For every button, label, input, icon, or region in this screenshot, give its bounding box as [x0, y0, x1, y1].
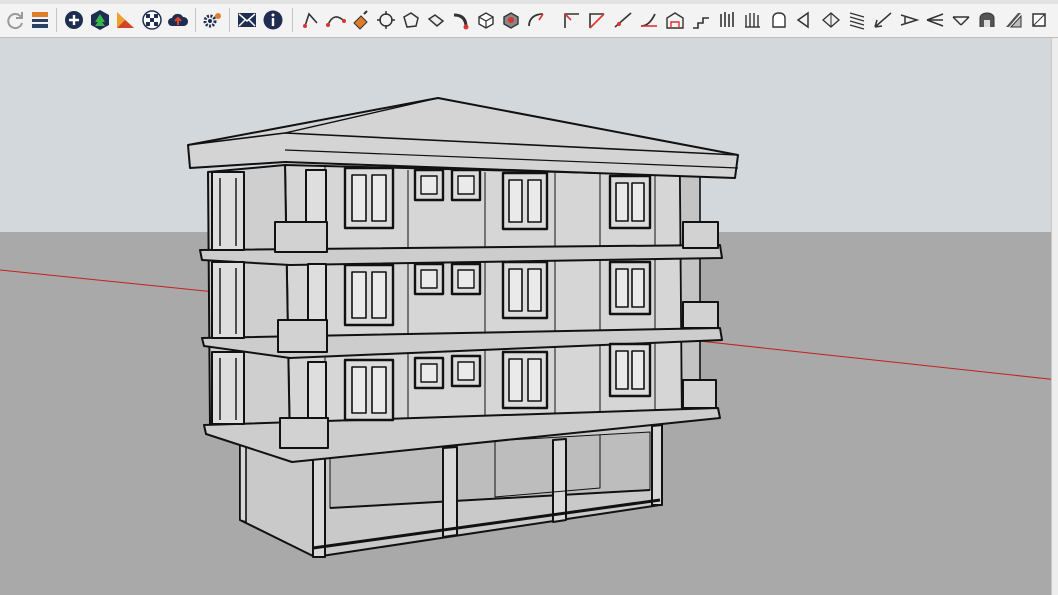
model-scene — [0, 38, 1058, 595]
curve-tool-icon[interactable] — [325, 9, 347, 31]
toolbar — [0, 0, 1058, 38]
checker-icon[interactable] — [141, 9, 163, 31]
add-location-icon[interactable] — [63, 9, 85, 31]
gear-shape-icon[interactable] — [375, 9, 397, 31]
columns-tool-icon[interactable] — [716, 9, 738, 31]
bend-tool-icon[interactable] — [425, 9, 447, 31]
sandbox-icon[interactable] — [115, 9, 137, 31]
layers-icon[interactable] — [29, 9, 51, 31]
arch-tool-icon[interactable] — [950, 9, 972, 31]
vertical-scrollbar[interactable] — [1051, 38, 1058, 595]
outline-shape-icon[interactable] — [400, 9, 422, 31]
grab-tool-icon[interactable] — [742, 9, 764, 31]
cloud-upload-icon[interactable] — [167, 9, 189, 31]
edge-tool-icon[interactable] — [300, 9, 322, 31]
box-tool-icon[interactable] — [475, 9, 497, 31]
arc-tool-icon[interactable] — [525, 9, 547, 31]
split-tool-icon[interactable] — [794, 9, 816, 31]
arrow-line-icon[interactable] — [612, 9, 634, 31]
corner-tool-icon[interactable] — [560, 9, 582, 31]
profile-tool-icon[interactable] — [638, 9, 660, 31]
stitch-tool-icon[interactable] — [898, 9, 920, 31]
hatch-tool-icon[interactable] — [976, 9, 998, 31]
fan-tool-icon[interactable] — [924, 9, 946, 31]
stairs-tool-icon[interactable] — [690, 9, 712, 31]
ramp-tool-icon[interactable] — [846, 9, 868, 31]
solid-tool-icon[interactable] — [500, 9, 522, 31]
building-model[interactable] — [187, 97, 739, 558]
refresh-icon[interactable] — [4, 9, 26, 31]
wing-tool-icon[interactable] — [872, 9, 894, 31]
ribbon-tool-icon[interactable] — [820, 9, 842, 31]
mail-icon[interactable] — [236, 9, 258, 31]
face-tool-icon[interactable] — [768, 9, 790, 31]
info-icon[interactable] — [262, 9, 284, 31]
corner-alt-icon[interactable] — [585, 9, 607, 31]
gears-icon[interactable] — [201, 9, 223, 31]
shape-frame-icon[interactable] — [1028, 9, 1050, 31]
window-tool-icon[interactable] — [1002, 9, 1024, 31]
terrain-icon[interactable] — [89, 9, 111, 31]
pipe-tool-icon[interactable] — [450, 9, 472, 31]
paint-tool-icon[interactable] — [350, 9, 372, 31]
3d-viewport[interactable] — [0, 38, 1058, 595]
roof-tool-icon[interactable] — [664, 9, 686, 31]
toolbar-top-strip — [0, 0, 1058, 4]
